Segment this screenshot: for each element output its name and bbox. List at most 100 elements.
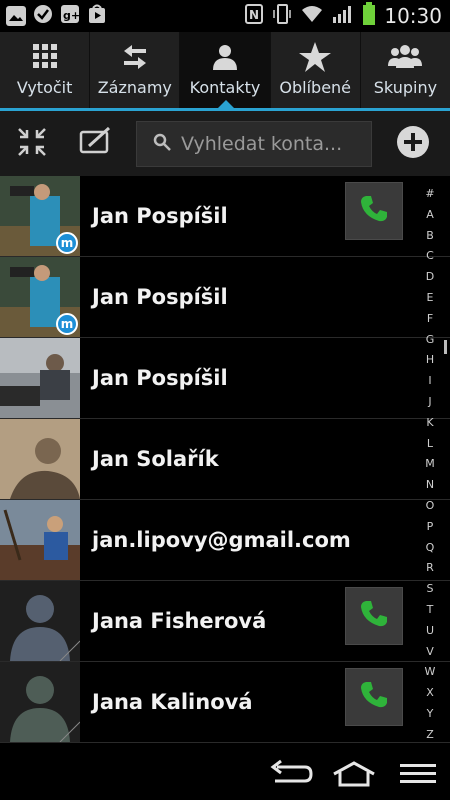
- list-item[interactable]: Jan Pospíšil: [0, 338, 450, 419]
- avatar: [0, 419, 80, 499]
- wifi-icon: [300, 4, 324, 28]
- avatar-placeholder: [0, 662, 80, 742]
- index-letter[interactable]: V: [426, 646, 434, 657]
- contact-list[interactable]: m Jan Pospíšil m Jan Pospíšil Jan Pospíš…: [0, 176, 450, 752]
- active-tab-pointer: [218, 100, 234, 108]
- search-input[interactable]: Vyhledat konta...: [136, 121, 372, 167]
- index-letter[interactable]: C: [426, 250, 434, 261]
- edit-icon: [79, 126, 113, 162]
- google-plus-icon: g+: [60, 4, 80, 28]
- groups-icon: [386, 40, 424, 74]
- dialpad-icon: [30, 40, 60, 74]
- tab-favorites[interactable]: Oblíbené: [271, 32, 361, 110]
- contact-name: Jana Fisherová: [92, 609, 267, 633]
- index-letter[interactable]: #: [425, 188, 434, 199]
- signal-icon: [332, 4, 354, 28]
- index-letter[interactable]: J: [428, 396, 431, 407]
- edit-button[interactable]: [64, 111, 128, 176]
- tab-groups[interactable]: Skupiny: [361, 32, 450, 110]
- add-contact-button[interactable]: [388, 111, 438, 176]
- back-icon: [267, 759, 313, 793]
- tab-call-log[interactable]: Záznamy: [90, 32, 181, 110]
- avatar-placeholder: [0, 581, 80, 661]
- phone-icon: [359, 194, 389, 228]
- index-letter[interactable]: Q: [426, 542, 435, 553]
- badge: m: [56, 313, 78, 335]
- contact-name: Jan Pospíšil: [92, 204, 228, 228]
- tab-label: Oblíbené: [279, 78, 352, 97]
- contact-name: Jan Solařík: [92, 447, 219, 471]
- nfc-icon: N: [244, 3, 264, 29]
- svg-text:N: N: [249, 8, 259, 22]
- list-item[interactable]: jan.lipovy@gmail.com: [0, 500, 450, 581]
- list-item[interactable]: Jan Solařík: [0, 419, 450, 500]
- call-button[interactable]: [345, 587, 403, 645]
- gallery-icon: [6, 6, 26, 26]
- index-letter[interactable]: X: [426, 687, 434, 698]
- badge: m: [56, 232, 78, 254]
- menu-button[interactable]: [386, 752, 450, 800]
- index-letter[interactable]: U: [426, 625, 434, 636]
- avatar: [0, 338, 80, 418]
- phone-icon: [359, 680, 389, 714]
- index-letter[interactable]: W: [425, 666, 436, 677]
- check-icon: [33, 4, 53, 28]
- toolbar: Vyhledat konta...: [0, 111, 450, 176]
- phone-icon: [359, 599, 389, 633]
- avatar: [0, 500, 80, 580]
- star-icon: [298, 40, 332, 74]
- collapse-icon: [16, 126, 48, 162]
- call-button[interactable]: [345, 182, 403, 240]
- vibrate-icon: [272, 3, 292, 29]
- tab-label: Skupiny: [373, 78, 438, 97]
- list-item[interactable]: Jana Fisherová: [0, 581, 450, 662]
- index-letter[interactable]: M: [425, 458, 435, 469]
- index-letter[interactable]: T: [427, 604, 434, 615]
- index-letter[interactable]: H: [426, 354, 434, 365]
- index-letter[interactable]: L: [427, 438, 433, 449]
- add-icon: [396, 125, 430, 163]
- search-icon: [153, 133, 171, 155]
- list-item[interactable]: m Jan Pospíšil: [0, 257, 450, 338]
- index-letter[interactable]: Y: [427, 708, 434, 719]
- list-item[interactable]: Jana Kalinová: [0, 662, 450, 743]
- avatar: m: [0, 176, 80, 256]
- home-icon: [331, 760, 377, 792]
- svg-text:g+: g+: [63, 9, 80, 22]
- tab-label: Vytočit: [16, 78, 73, 97]
- index-letter[interactable]: E: [427, 292, 434, 303]
- tab-dialer[interactable]: Vytočit: [0, 32, 91, 110]
- home-button[interactable]: [322, 752, 386, 800]
- list-item[interactable]: m Jan Pospíšil: [0, 176, 450, 257]
- contact-name: Jana Kalinová: [92, 690, 253, 714]
- menu-icon: [398, 762, 438, 790]
- tab-bar: Vytočit Záznamy Kontakty Oblíbené Skupin…: [0, 32, 450, 110]
- status-bar: g+ N 10:30: [0, 0, 450, 32]
- tab-label: Kontakty: [189, 78, 261, 97]
- contacts-icon: [210, 40, 240, 74]
- index-letter[interactable]: R: [426, 562, 434, 573]
- scrollbar[interactable]: [444, 340, 447, 354]
- index-letter[interactable]: K: [426, 417, 433, 428]
- index-letter[interactable]: D: [426, 271, 434, 282]
- navigation-bar: [0, 752, 450, 800]
- index-letter[interactable]: Z: [426, 729, 434, 740]
- call-button[interactable]: [345, 668, 403, 726]
- index-letter[interactable]: P: [427, 521, 434, 532]
- index-letter[interactable]: G: [426, 334, 435, 345]
- index-letter[interactable]: F: [427, 313, 433, 324]
- index-letter[interactable]: O: [426, 500, 435, 511]
- collapse-button[interactable]: [0, 111, 64, 176]
- contact-name: Jan Pospíšil: [92, 285, 228, 309]
- index-letter[interactable]: A: [426, 209, 434, 220]
- back-button[interactable]: [258, 752, 322, 800]
- battery-icon: [362, 2, 376, 30]
- index-letter[interactable]: N: [426, 479, 434, 490]
- index-letter[interactable]: I: [428, 375, 431, 386]
- index-letter[interactable]: S: [427, 583, 434, 594]
- contact-name: jan.lipovy@gmail.com: [92, 528, 351, 552]
- alphabet-index[interactable]: # A B C D E F G H I J K L M N O P Q R S T U V W X Y Z: [420, 188, 440, 740]
- contact-name: Jan Pospíšil: [92, 366, 228, 390]
- index-letter[interactable]: B: [426, 230, 434, 241]
- tab-contacts[interactable]: Kontakty: [180, 32, 271, 110]
